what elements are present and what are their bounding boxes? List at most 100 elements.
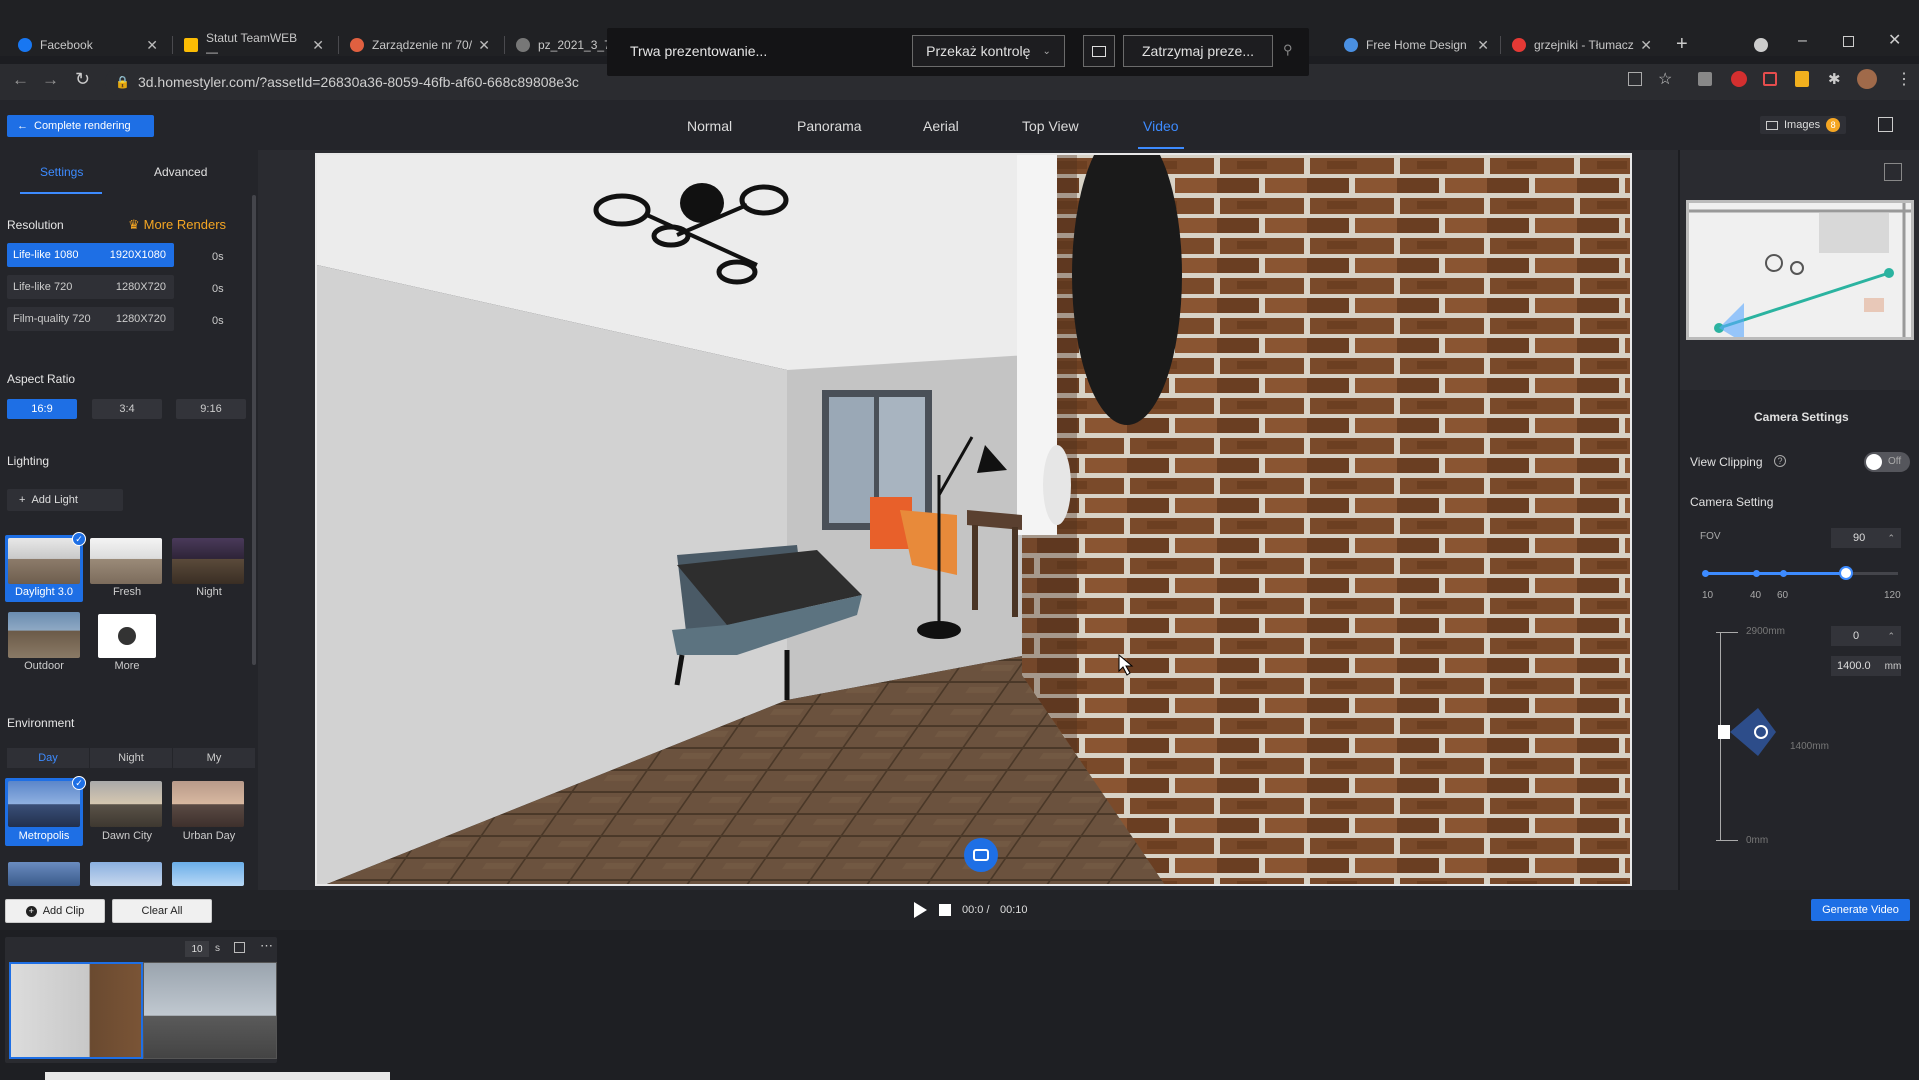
tab-settings[interactable]: Settings: [40, 165, 83, 179]
add-light-button[interactable]: + Add Light: [7, 489, 123, 511]
env-tab-my[interactable]: My: [173, 748, 255, 768]
fullscreen-icon[interactable]: [1878, 117, 1893, 132]
env-thumb-4[interactable]: [8, 862, 80, 886]
translate-page-icon[interactable]: [1628, 72, 1642, 86]
light-more-label: More: [114, 660, 140, 672]
extension-icon[interactable]: [1698, 72, 1712, 86]
env-thumb-5[interactable]: [90, 862, 162, 886]
resolution-option-film-720[interactable]: Film-quality 720 1280X720: [7, 307, 174, 331]
add-clip-button[interactable]: + Add Clip: [5, 899, 105, 923]
aspect-3-4-button[interactable]: 3:4: [92, 399, 162, 419]
minimap[interactable]: [1686, 200, 1914, 343]
screen-share-button[interactable]: [1083, 35, 1115, 67]
tab-panorama[interactable]: Panorama: [797, 118, 862, 134]
fov-tick: 40: [1750, 590, 1762, 601]
env-thumb-6[interactable]: [172, 862, 244, 886]
minimize-icon[interactable]: –: [1798, 32, 1807, 50]
light-night-thumb[interactable]: [172, 538, 244, 584]
light-more-thumb[interactable]: [98, 614, 156, 658]
tab-statut[interactable]: Statut TeamWEB — ✕: [174, 30, 334, 60]
close-icon[interactable]: ✕: [146, 37, 158, 54]
avatar[interactable]: [1857, 69, 1877, 89]
complete-rendering-label: Complete rendering: [34, 120, 131, 132]
stepper-icon: ⌃: [1887, 630, 1895, 641]
env-tab-day[interactable]: Day: [7, 748, 89, 768]
close-icon[interactable]: ✕: [478, 37, 490, 54]
bookmark-star-icon[interactable]: ☆: [1658, 69, 1672, 89]
forward-icon[interactable]: →: [42, 70, 59, 90]
image-icon: [1766, 120, 1778, 130]
clip-end-frame[interactable]: [143, 962, 277, 1059]
tab-pz[interactable]: pz_2021_3_7(: [506, 30, 615, 60]
resolution-size: 1920X1080: [109, 249, 166, 261]
tab-zarzadzenie[interactable]: Zarządzenie nr 70/ ✕: [340, 30, 500, 60]
help-icon[interactable]: ?: [1774, 455, 1786, 467]
clip-edit-icon[interactable]: [234, 942, 245, 953]
tab-grzejniki[interactable]: grzejniki - Tłumacz ✕: [1502, 30, 1662, 60]
extension-red-icon[interactable]: [1731, 71, 1747, 87]
puzzle-icon[interactable]: ✱: [1828, 70, 1841, 88]
env-metropolis-thumb[interactable]: [8, 781, 80, 827]
close-icon[interactable]: ✕: [1640, 37, 1652, 54]
close-icon[interactable]: ✕: [1477, 37, 1489, 54]
light-daylight-thumb[interactable]: [8, 538, 80, 584]
light-fresh-thumb[interactable]: [90, 538, 162, 584]
tab-video[interactable]: Video: [1143, 118, 1179, 134]
tab-top-view[interactable]: Top View: [1022, 118, 1079, 134]
pass-control-button[interactable]: Przekaż kontrolę ⌄: [912, 35, 1065, 67]
resolution-option-1080[interactable]: Life-like 1080 1920X1080: [7, 243, 174, 267]
aspect-16-9-button[interactable]: 16:9: [7, 399, 77, 419]
clip-start-frame[interactable]: [9, 962, 143, 1059]
fov-slider-track[interactable]: [1706, 572, 1898, 575]
tab-free-home-design[interactable]: Free Home Design ✕: [1334, 30, 1499, 60]
stop-presenting-button[interactable]: Zatrzymaj preze...: [1123, 35, 1273, 67]
extension-yellow-icon[interactable]: [1795, 71, 1809, 87]
close-window-icon[interactable]: ✕: [1888, 30, 1901, 50]
tab-aerial[interactable]: Aerial: [923, 118, 959, 134]
fov-input[interactable]: 90 ⌃: [1831, 528, 1901, 548]
env-urban-day-thumb[interactable]: [172, 781, 244, 827]
tab-search-icon[interactable]: [1754, 38, 1768, 52]
view-clipping-label: View Clipping: [1690, 455, 1763, 469]
images-button[interactable]: Images 8: [1760, 116, 1847, 134]
back-icon[interactable]: ←: [12, 70, 29, 90]
complete-rendering-button[interactable]: ← Complete rendering: [7, 115, 154, 137]
slider-marker: [1780, 570, 1787, 577]
extension-pocket-icon[interactable]: [1763, 72, 1777, 86]
light-outdoor-thumb[interactable]: [8, 612, 80, 658]
close-icon[interactable]: ✕: [312, 37, 324, 54]
aspect-ratio-heading: Aspect Ratio: [7, 372, 76, 386]
room-render[interactable]: [315, 153, 1632, 886]
height-input[interactable]: 1400.0 mm: [1831, 656, 1901, 676]
pin-icon[interactable]: ⚲: [1283, 42, 1293, 58]
env-dawn-city-thumb[interactable]: [90, 781, 162, 827]
angle-input[interactable]: 0 ⌃: [1831, 626, 1901, 646]
clip-more-icon[interactable]: ⋯: [260, 938, 273, 954]
reload-icon[interactable]: ↻: [75, 69, 90, 90]
height-top-tick: [1716, 632, 1738, 633]
new-tab-button[interactable]: +: [1676, 33, 1688, 56]
page-scrollbar[interactable]: [45, 1072, 390, 1080]
resolution-option-720[interactable]: Life-like 720 1280X720: [7, 275, 174, 299]
scrollbar[interactable]: [252, 195, 256, 665]
env-tab-night[interactable]: Night: [90, 748, 172, 768]
tab-facebook[interactable]: Facebook ✕: [8, 30, 168, 60]
render-time: 0s: [212, 315, 224, 327]
plus-icon: +: [19, 494, 26, 506]
presentation-bar: Trwa prezentowanie... Przekaż kontrolę ⌄…: [607, 28, 1309, 76]
tab-normal[interactable]: Normal: [687, 118, 732, 134]
menu-dots-icon[interactable]: ⋮: [1896, 69, 1912, 89]
aspect-9-16-button[interactable]: 9:16: [176, 399, 246, 419]
clear-all-button[interactable]: Clear All: [112, 899, 212, 923]
clip-duration-input[interactable]: 10: [185, 941, 209, 957]
fov-slider-handle[interactable]: [1838, 566, 1853, 580]
tab-advanced[interactable]: Advanced: [154, 165, 207, 179]
restore-icon[interactable]: [1843, 36, 1854, 47]
play-icon[interactable]: [914, 902, 927, 918]
camera-capture-button[interactable]: [964, 838, 998, 872]
generate-video-button[interactable]: Generate Video: [1811, 899, 1910, 921]
stop-icon[interactable]: [939, 904, 951, 916]
minimap-expand-icon[interactable]: [1884, 163, 1902, 181]
view-clipping-toggle[interactable]: Off: [1864, 452, 1910, 472]
more-renders-link[interactable]: ♛ More Renders: [128, 217, 226, 233]
